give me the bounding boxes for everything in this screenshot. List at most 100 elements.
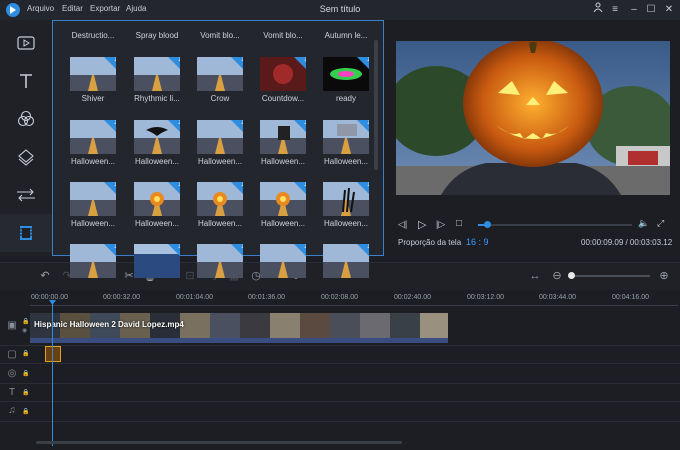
lock-icon[interactable]: 🔒 bbox=[22, 318, 29, 325]
crop-icon[interactable]: ⊡ bbox=[183, 269, 197, 283]
close-icon[interactable]: ✕ bbox=[661, 2, 677, 18]
progress-handle[interactable] bbox=[484, 221, 491, 228]
transitions-tool-button[interactable] bbox=[0, 176, 52, 214]
effect-thumbnail[interactable] bbox=[323, 120, 369, 154]
aspect-ratio-label: Proporção da tela bbox=[398, 238, 462, 247]
effect-label: Halloween... bbox=[323, 219, 369, 228]
stop-button[interactable]: □ bbox=[456, 218, 462, 229]
film-tool-button[interactable] bbox=[0, 214, 52, 252]
text-lock-icon[interactable]: 🔒 bbox=[22, 389, 29, 396]
category-tab[interactable]: Autumn le... bbox=[313, 31, 379, 40]
ruler-tick-label: 00:02:40.00 bbox=[394, 294, 431, 301]
effect-thumbnail[interactable] bbox=[323, 182, 369, 216]
effect-thumbnail[interactable] bbox=[70, 57, 116, 91]
ruler-tick-label: 00:02:08.00 bbox=[321, 294, 358, 301]
time-readout: 00:00:09.09 / 00:03:03.12 bbox=[581, 238, 673, 247]
video-track-icon: ▣ bbox=[7, 320, 17, 331]
zoom-in-icon[interactable]: ⊕ bbox=[657, 269, 671, 283]
zoom-slider[interactable] bbox=[572, 275, 650, 277]
effect-label: Halloween... bbox=[260, 157, 306, 166]
filter-track bbox=[0, 364, 680, 384]
effect-thumbnail[interactable] bbox=[260, 244, 306, 278]
overlay-clip[interactable] bbox=[45, 346, 61, 362]
effect-thumbnail[interactable] bbox=[197, 120, 243, 154]
effect-thumbnail[interactable] bbox=[260, 120, 306, 154]
video-preview bbox=[396, 41, 670, 195]
transitions-icon bbox=[17, 188, 35, 202]
ruler-tick-label: 00:00:32.00 bbox=[103, 294, 140, 301]
overlay-track-icon: ▢ bbox=[7, 349, 17, 360]
effect-thumbnail[interactable] bbox=[323, 57, 369, 91]
effect-thumbnail[interactable] bbox=[134, 57, 180, 91]
zoom-out-icon[interactable]: ⊖ bbox=[550, 269, 564, 283]
timeline-scrollbar[interactable] bbox=[36, 441, 402, 444]
volume-icon[interactable]: 🔈 bbox=[638, 218, 649, 229]
text-track-icon: T bbox=[8, 387, 16, 398]
category-tab[interactable]: Spray blood bbox=[124, 31, 190, 40]
progress-track[interactable] bbox=[478, 224, 632, 226]
effect-thumbnail[interactable] bbox=[134, 244, 180, 278]
undo-icon[interactable]: ↶ bbox=[38, 269, 52, 283]
category-tab[interactable]: Vomit blo... bbox=[187, 31, 253, 40]
effect-label: Halloween... bbox=[70, 157, 116, 166]
filters-icon bbox=[17, 110, 35, 127]
zoom-handle[interactable] bbox=[568, 272, 575, 279]
playhead[interactable] bbox=[52, 300, 53, 446]
effect-label: Rhythmic li... bbox=[134, 94, 180, 103]
text-tool-button[interactable] bbox=[0, 62, 52, 100]
music-lock-icon[interactable]: 🔒 bbox=[22, 408, 29, 415]
overlay-lock-icon[interactable]: 🔒 bbox=[22, 350, 29, 357]
media-tool-button[interactable] bbox=[0, 24, 52, 62]
effect-label: Halloween... bbox=[134, 157, 180, 166]
visibility-icon[interactable]: ◉ bbox=[22, 327, 27, 334]
effect-label: Halloween... bbox=[134, 219, 180, 228]
effect-thumbnail[interactable] bbox=[323, 244, 369, 278]
effect-label: Halloween... bbox=[197, 219, 243, 228]
clip-name: Hispanic Halloween 2 David Lopez.mp4 bbox=[34, 320, 184, 329]
effect-thumbnail[interactable] bbox=[197, 57, 243, 91]
next-frame-button[interactable]: |▷ bbox=[436, 219, 445, 230]
music-track-icon: ♫ bbox=[8, 405, 16, 416]
filters-tool-button[interactable] bbox=[0, 100, 52, 138]
filter-track-icon: ◎ bbox=[7, 368, 17, 379]
ruler-tick-label: 00:03:12.00 bbox=[467, 294, 504, 301]
user-icon[interactable] bbox=[590, 2, 606, 18]
effect-label: Shiver bbox=[81, 94, 105, 103]
effect-thumbnail[interactable] bbox=[70, 182, 116, 216]
category-tab[interactable]: Vomit blo... bbox=[250, 31, 316, 40]
filter-lock-icon[interactable]: 🔒 bbox=[22, 370, 29, 377]
effect-label: Halloween... bbox=[323, 157, 369, 166]
overlays-icon bbox=[18, 149, 34, 166]
tool-sidebar bbox=[0, 20, 52, 256]
prev-frame-button[interactable]: ◁| bbox=[398, 219, 407, 230]
effect-thumbnail[interactable] bbox=[197, 182, 243, 216]
ruler-tick-label: 00:01:36.00 bbox=[248, 294, 285, 301]
ruler-tick-label: 00:01:04.00 bbox=[176, 294, 213, 301]
ruler-tick-label: 00:04:16.00 bbox=[612, 294, 649, 301]
effect-label: Countdow... bbox=[261, 94, 305, 103]
effect-label: Crow bbox=[210, 94, 230, 103]
fullscreen-icon[interactable]: ⤢ bbox=[657, 218, 664, 229]
settings-icon[interactable]: ≡ bbox=[607, 2, 623, 18]
ruler-tick-label: 00:03:44.00 bbox=[539, 294, 576, 301]
effect-thumbnail[interactable] bbox=[197, 244, 243, 278]
media-scrollbar[interactable] bbox=[374, 40, 378, 170]
aspect-ratio-value[interactable]: 16 : 9 bbox=[466, 237, 489, 247]
media-icon bbox=[17, 36, 35, 50]
text-icon bbox=[20, 74, 32, 88]
window-title: Sem título bbox=[319, 4, 361, 14]
effect-thumbnail[interactable] bbox=[134, 120, 180, 154]
film-icon bbox=[20, 226, 32, 240]
effect-thumbnail[interactable] bbox=[260, 57, 306, 91]
fit-timeline-icon[interactable]: ↔ bbox=[528, 269, 542, 283]
category-tab[interactable]: Destructio... bbox=[60, 31, 126, 40]
effect-thumbnail[interactable] bbox=[70, 244, 116, 278]
play-button[interactable]: ▷ bbox=[418, 218, 426, 231]
maximize-icon[interactable]: ☐ bbox=[643, 2, 659, 18]
effect-label: Halloween... bbox=[260, 219, 306, 228]
effect-thumbnail[interactable] bbox=[260, 182, 306, 216]
effect-thumbnail[interactable] bbox=[70, 120, 116, 154]
minimize-icon[interactable]: – bbox=[626, 2, 642, 18]
overlays-tool-button[interactable] bbox=[0, 138, 52, 176]
effect-thumbnail[interactable] bbox=[134, 182, 180, 216]
